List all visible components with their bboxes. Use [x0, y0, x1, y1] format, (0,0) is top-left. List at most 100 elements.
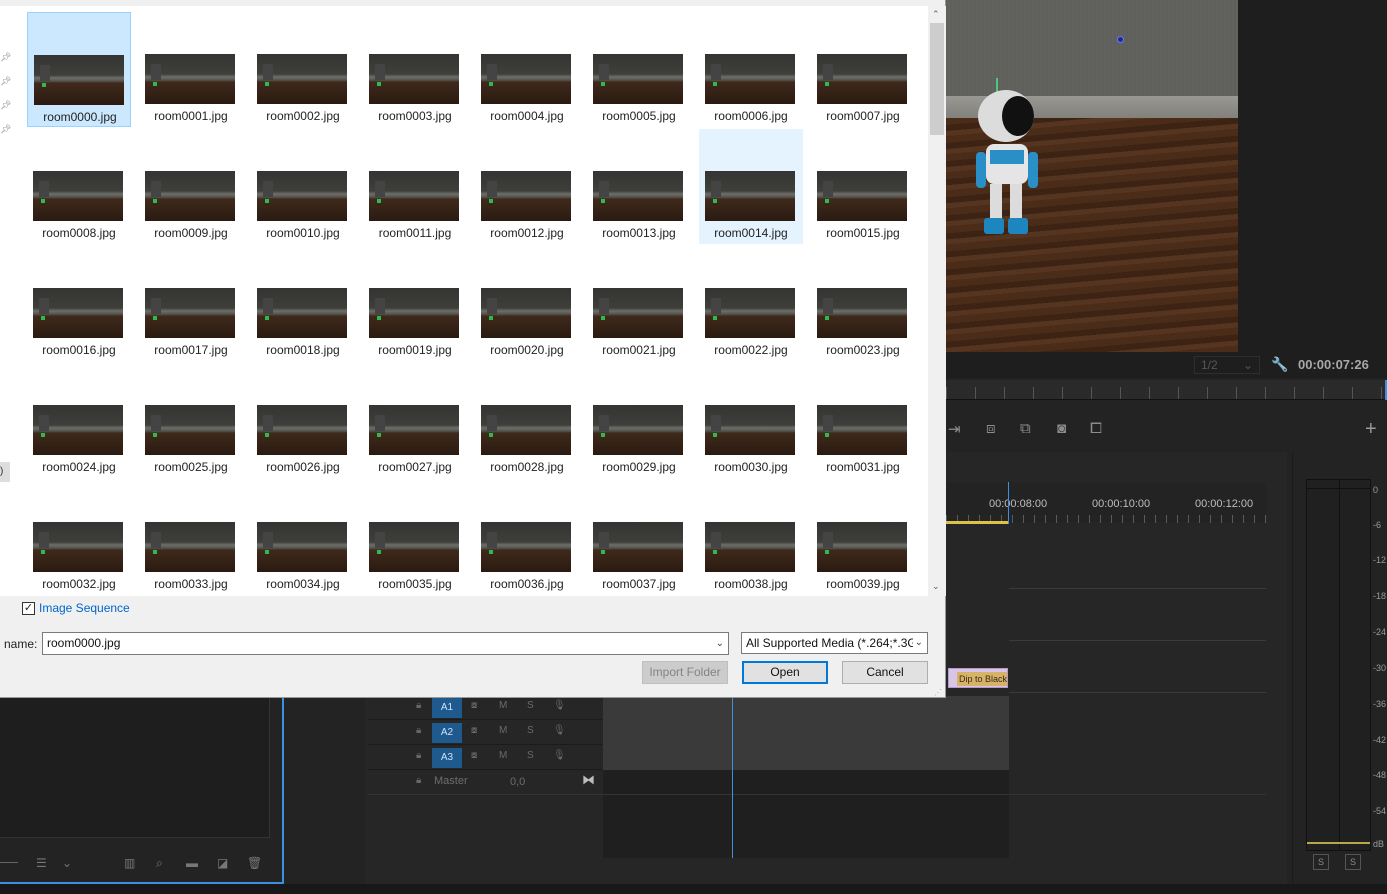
file-tile[interactable]: room0019.jpg	[363, 246, 467, 361]
automate-to-sequence-icon[interactable]: ▥	[124, 856, 135, 870]
solo-button[interactable]: S	[527, 725, 534, 736]
lock-icon[interactable]: 🔒︎	[416, 775, 421, 786]
file-tile[interactable]: room0036.jpg	[475, 480, 579, 595]
audio-track-area[interactable]	[603, 696, 1009, 770]
microphone-icon[interactable]: 🎙︎	[553, 700, 566, 711]
file-tile[interactable]: room0024.jpg	[27, 363, 131, 478]
file-tile[interactable]: room0013.jpg	[587, 129, 691, 244]
file-grid-scrollbar[interactable]: ⌃ ⌄	[928, 6, 946, 596]
solo-left-button[interactable]: S	[1313, 854, 1329, 870]
file-tile[interactable]: room0017.jpg	[139, 246, 243, 361]
timeline-playhead[interactable]	[732, 696, 733, 858]
scrollbar-thumb[interactable]	[930, 23, 944, 135]
sort-icon[interactable]: ☰	[36, 856, 47, 870]
scroll-up-icon[interactable]: ⌃	[932, 9, 940, 20]
new-item-icon[interactable]: ◪	[217, 856, 228, 870]
file-tile[interactable]: room0009.jpg	[139, 129, 243, 244]
image-sequence-label[interactable]: Image Sequence	[39, 601, 130, 615]
file-tile[interactable]: room0022.jpg	[699, 246, 803, 361]
track-target[interactable]: A1	[432, 698, 462, 718]
solo-button[interactable]: S	[527, 750, 534, 761]
chevron-down-icon[interactable]: ⌄	[716, 633, 724, 654]
scroll-down-icon[interactable]: ⌄	[932, 581, 940, 592]
extract-icon[interactable]: ⧉	[1020, 420, 1031, 437]
image-sequence-checkbox[interactable]: ✓	[22, 602, 35, 615]
file-tile[interactable]: room0025.jpg	[139, 363, 243, 478]
file-tile[interactable]: room0000.jpg	[27, 12, 131, 127]
lock-icon[interactable]: 🔒︎	[416, 750, 421, 761]
wrench-icon[interactable]: 🔧	[1271, 356, 1288, 373]
resize-grip-icon[interactable]: ⋰	[934, 688, 942, 697]
mute-button[interactable]: M	[499, 750, 507, 761]
file-tile[interactable]: room0006.jpg	[699, 12, 803, 127]
solo-right-button[interactable]: S	[1345, 854, 1361, 870]
master-volume[interactable]: 0,0	[510, 776, 525, 788]
file-tile[interactable]: room0028.jpg	[475, 363, 579, 478]
import-folder-button[interactable]: Import Folder	[642, 661, 728, 684]
chevron-down-icon[interactable]: ⌄	[912, 633, 923, 653]
trash-icon[interactable]: 🗑︎	[247, 856, 262, 870]
file-tile[interactable]: room0015.jpg	[811, 129, 915, 244]
file-grid[interactable]: room0000.jpg room0001.jpg room0002.jpg room…	[14, 6, 928, 596]
new-bin-icon[interactable]: ▬	[186, 856, 198, 870]
microphone-icon[interactable]: 🎙︎	[553, 750, 566, 761]
chevron-down-icon[interactable]: ⌄	[62, 856, 72, 870]
file-tile[interactable]: room0002.jpg	[251, 12, 355, 127]
camera-icon[interactable]: ◙	[1057, 420, 1066, 437]
add-button[interactable]: +	[1365, 418, 1377, 441]
file-tile[interactable]: room0023.jpg	[811, 246, 915, 361]
comparison-view-icon[interactable]: ⧠	[1090, 420, 1102, 437]
sync-lock-icon[interactable]: ⧇	[471, 750, 477, 761]
project-bin-area[interactable]	[0, 698, 270, 838]
mute-button[interactable]: M	[499, 725, 507, 736]
lift-icon[interactable]: ⧈	[986, 420, 996, 437]
microphone-icon[interactable]: 🎙︎	[553, 725, 566, 736]
zoom-slider[interactable]	[0, 862, 18, 863]
pin-icon[interactable]: 📌︎	[0, 76, 11, 87]
file-tile[interactable]: room0008.jpg	[27, 129, 131, 244]
file-tile[interactable]: room0038.jpg	[699, 480, 803, 595]
nav-item-selected[interactable]: )	[0, 462, 10, 482]
file-tile[interactable]: room0012.jpg	[475, 129, 579, 244]
file-tile[interactable]: room0034.jpg	[251, 480, 355, 595]
lock-icon[interactable]: 🔒︎	[416, 700, 421, 711]
timeline-empty-area[interactable]	[603, 770, 1009, 858]
file-tile[interactable]: room0003.jpg	[363, 12, 467, 127]
lock-icon[interactable]: 🔒︎	[416, 725, 421, 736]
file-tile[interactable]: room0026.jpg	[251, 363, 355, 478]
file-tile[interactable]: room0039.jpg	[811, 480, 915, 595]
sync-lock-icon[interactable]: ⧇	[471, 700, 477, 711]
file-tile[interactable]: room0001.jpg	[139, 12, 243, 127]
go-to-out-icon[interactable]: ⇥	[948, 420, 961, 438]
pin-icon[interactable]: 📌︎	[0, 52, 11, 63]
file-tile[interactable]: room0005.jpg	[587, 12, 691, 127]
file-tile[interactable]: room0007.jpg	[811, 12, 915, 127]
filename-field[interactable]: room0000.jpg ⌄	[42, 632, 729, 655]
file-tile[interactable]: room0014.jpg	[699, 129, 803, 244]
file-tile[interactable]: room0020.jpg	[475, 246, 579, 361]
transition-clip[interactable]: Dip to Black	[948, 668, 1008, 688]
file-tile[interactable]: room0029.jpg	[587, 363, 691, 478]
file-tile[interactable]: room0010.jpg	[251, 129, 355, 244]
zoom-select[interactable]: 1/2 ⌄	[1194, 356, 1260, 374]
file-tile[interactable]: room0004.jpg	[475, 12, 579, 127]
file-tile[interactable]: room0027.jpg	[363, 363, 467, 478]
pin-icon[interactable]: 📌︎	[0, 124, 11, 135]
file-type-filter[interactable]: All Supported Media (*.264;*.3G ⌄	[741, 632, 928, 654]
open-button[interactable]: Open	[742, 661, 828, 684]
go-to-end-icon[interactable]: ⧓	[582, 772, 595, 788]
sync-lock-icon[interactable]: ⧇	[471, 725, 477, 736]
file-tile[interactable]: room0016.jpg	[27, 246, 131, 361]
timeline-playhead-top[interactable]	[1008, 482, 1009, 524]
track-target[interactable]: A3	[432, 748, 462, 768]
mute-button[interactable]: M	[499, 700, 507, 711]
file-tile[interactable]: room0030.jpg	[699, 363, 803, 478]
file-tile[interactable]: room0033.jpg	[139, 480, 243, 595]
file-tile[interactable]: room0031.jpg	[811, 363, 915, 478]
cancel-button[interactable]: Cancel	[842, 661, 928, 684]
file-tile[interactable]: room0037.jpg	[587, 480, 691, 595]
file-tile[interactable]: room0032.jpg	[27, 480, 131, 595]
find-icon[interactable]: ⌕	[156, 856, 163, 871]
file-tile[interactable]: room0011.jpg	[363, 129, 467, 244]
file-tile[interactable]: room0021.jpg	[587, 246, 691, 361]
